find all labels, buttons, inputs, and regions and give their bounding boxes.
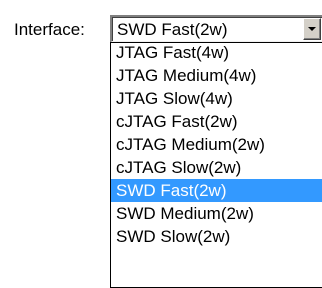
chevron-down-icon: [308, 27, 316, 31]
option-cjtag-slow-2w[interactable]: cJTAG Slow(2w): [111, 156, 322, 179]
interface-combobox[interactable]: SWD Fast(2w): [110, 15, 322, 43]
dropdown-button[interactable]: [303, 18, 321, 40]
option-cjtag-medium-2w[interactable]: cJTAG Medium(2w): [111, 133, 322, 156]
interface-selected-value: SWD Fast(2w): [117, 20, 228, 39]
interface-dropdown-list[interactable]: JTAG Fast(4w) JTAG Medium(4w) JTAG Slow(…: [110, 42, 322, 288]
option-swd-medium-2w[interactable]: SWD Medium(2w): [111, 202, 322, 225]
option-cjtag-fast-2w[interactable]: cJTAG Fast(2w): [111, 110, 322, 133]
option-jtag-medium-4w[interactable]: JTAG Medium(4w): [111, 64, 322, 87]
option-jtag-slow-4w[interactable]: JTAG Slow(4w): [111, 87, 322, 110]
interface-label: Interface:: [14, 20, 85, 39]
option-swd-fast-2w[interactable]: SWD Fast(2w): [111, 179, 322, 202]
option-jtag-fast-4w[interactable]: JTAG Fast(4w): [111, 43, 322, 64]
option-swd-slow-2w[interactable]: SWD Slow(2w): [111, 225, 322, 248]
